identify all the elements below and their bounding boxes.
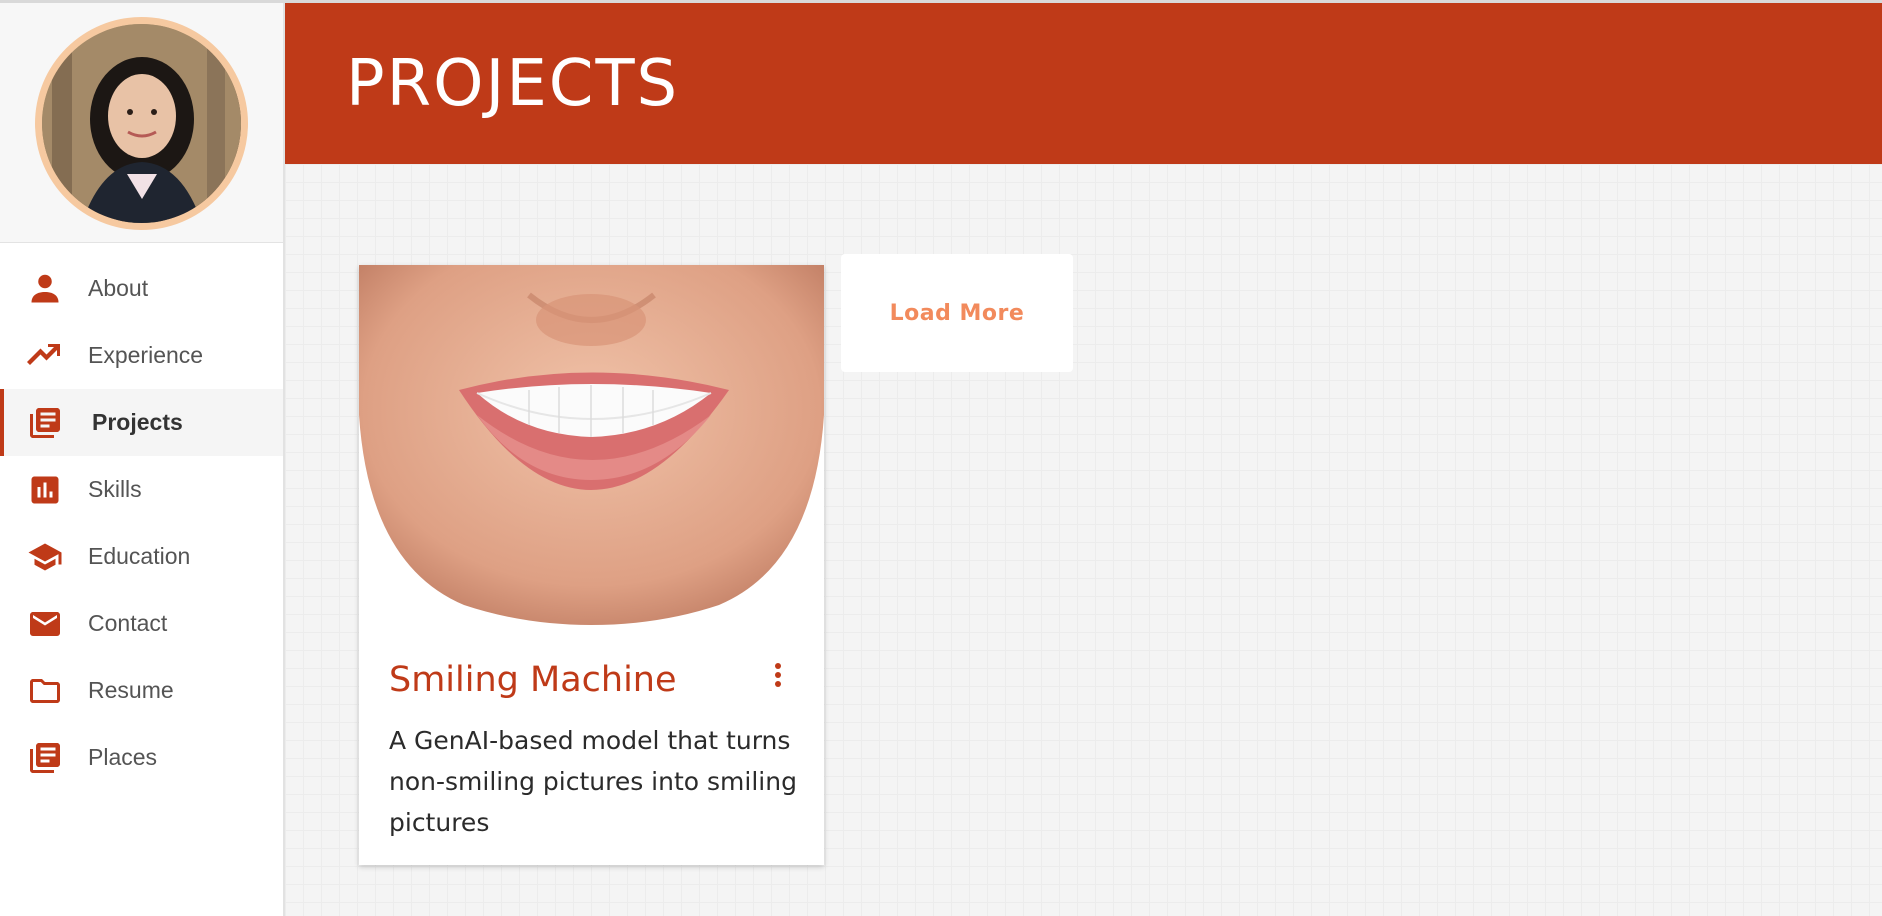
sidebar-item-resume[interactable]: Resume [0, 657, 283, 724]
smile-photo-icon [359, 265, 824, 625]
sidebar-item-label: Contact [88, 610, 168, 636]
library-books-icon [24, 740, 66, 776]
sidebar-item-education[interactable]: Education [0, 523, 283, 590]
graduation-cap-icon [24, 539, 66, 575]
project-description: A GenAI-based model that turns non-smili… [389, 726, 797, 837]
sidebar-nav: About Experience Projects Skills Educati… [0, 243, 283, 791]
sidebar-item-contact[interactable]: Contact [0, 590, 283, 657]
project-image [359, 265, 824, 625]
sidebar-item-projects[interactable]: Projects [0, 389, 283, 456]
sidebar-item-about[interactable]: About [0, 255, 283, 322]
avatar-photo [42, 24, 241, 223]
sidebar-item-label: Resume [88, 677, 174, 703]
load-more-button[interactable]: Load More [841, 254, 1073, 372]
project-card: Smiling Machine A GenAI-based model that… [359, 265, 824, 865]
profile-area [0, 0, 283, 243]
page-header: PROJECTS [285, 3, 1882, 164]
more-options-button[interactable] [761, 658, 795, 692]
sidebar-item-label: Experience [88, 342, 204, 368]
sidebar-item-skills[interactable]: Skills [0, 456, 283, 523]
sidebar-item-label: Skills [88, 476, 142, 502]
sidebar-item-label: Education [88, 543, 191, 569]
sidebar-item-label: Places [88, 744, 158, 770]
person-icon [24, 271, 66, 307]
top-border [0, 0, 1882, 3]
trending-up-icon [24, 338, 66, 374]
project-title[interactable]: Smiling Machine [389, 660, 677, 700]
mail-icon [24, 606, 66, 642]
bar-chart-icon [24, 472, 66, 508]
avatar [35, 17, 248, 230]
sidebar-item-label: About [88, 275, 149, 301]
page-title: PROJECTS [346, 47, 680, 121]
projects-grid: Smiling Machine A GenAI-based model that… [285, 164, 1882, 916]
sidebar-item-label: Projects [92, 409, 183, 435]
sidebar-item-places[interactable]: Places [0, 724, 283, 791]
sidebar: About Experience Projects Skills Educati… [0, 0, 285, 916]
folder-icon [24, 673, 66, 709]
avatar-portrait-icon [42, 24, 241, 223]
sidebar-item-experience[interactable]: Experience [0, 322, 283, 389]
more-vert-icon [775, 663, 781, 687]
library-books-icon [24, 405, 66, 441]
